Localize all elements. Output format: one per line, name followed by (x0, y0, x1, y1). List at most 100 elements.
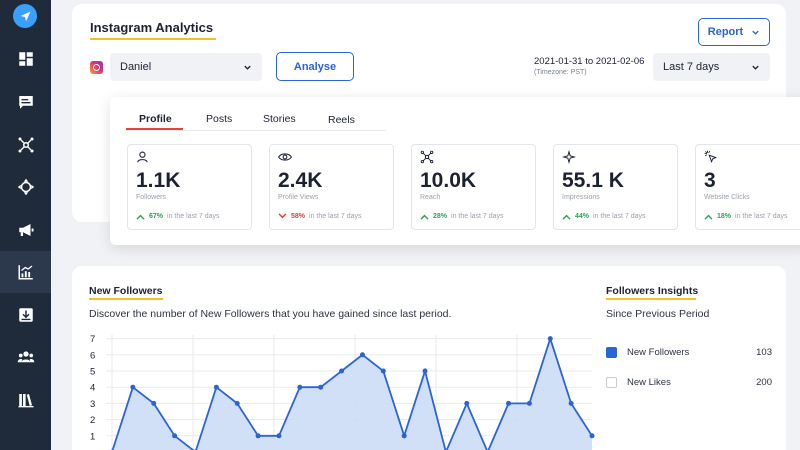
move-icon (17, 178, 34, 196)
data-point[interactable] (506, 400, 512, 406)
data-point[interactable] (213, 384, 219, 390)
data-point[interactable] (297, 384, 303, 390)
share-nodes-icon (420, 150, 434, 164)
data-point[interactable] (464, 400, 470, 406)
nav-messages[interactable] (0, 81, 51, 123)
cursor-click-icon (704, 150, 718, 164)
checkbox-unchecked[interactable] (606, 377, 617, 388)
data-point[interactable] (234, 400, 240, 406)
send-logo-icon[interactable] (13, 4, 37, 28)
active-tab-indicator (126, 128, 183, 130)
stat-change: 67% in the last 7 days (136, 213, 220, 220)
nav-analytics[interactable] (0, 251, 51, 293)
nav-dashboard[interactable] (0, 38, 51, 80)
stat-label: Reach (420, 194, 441, 201)
message-icon (18, 96, 33, 109)
data-point[interactable] (589, 433, 595, 439)
stat-change: 28% in the last 7 days (420, 213, 504, 220)
stat-change-suffix: in the last 7 days (309, 213, 362, 220)
chevron-down-icon (244, 65, 251, 70)
report-label: Report (707, 26, 744, 38)
stat-card-impressions[interactable]: 55.1 K Impressions 44% in the last 7 day… (553, 144, 678, 230)
nav-users[interactable] (0, 336, 51, 378)
data-point[interactable] (422, 368, 428, 374)
eye-icon (278, 153, 292, 161)
data-point[interactable] (380, 368, 386, 374)
date-range-text: 2021-01-31 to 2021-02-06 (534, 56, 645, 67)
data-point[interactable] (151, 400, 157, 406)
stat-card-followers[interactable]: 1.1K Followers 67% in the last 7 days (127, 144, 252, 230)
y-tick-label: 6 (90, 350, 95, 361)
data-point[interactable] (276, 433, 282, 439)
checkbox-checked[interactable] (606, 347, 617, 358)
tab-profile[interactable]: Profile (139, 113, 172, 125)
y-tick-label: 4 (90, 383, 95, 394)
data-point[interactable] (172, 433, 178, 439)
nav-library[interactable] (0, 379, 51, 421)
stat-card-website-clicks[interactable]: 3 Website Clicks 18% in the last 7 days (695, 144, 800, 230)
insight-row-new-likes[interactable]: New Likes 200 (606, 377, 772, 388)
megaphone-icon (18, 224, 33, 236)
stat-label: Followers (136, 194, 166, 201)
library-icon (18, 394, 33, 408)
stat-label: Website Clicks (704, 194, 750, 201)
data-point[interactable] (359, 352, 365, 358)
account-select[interactable]: Daniel (110, 53, 262, 81)
report-button[interactable]: Report (698, 18, 770, 46)
data-point[interactable] (130, 384, 136, 390)
stat-change: 58% in the last 7 days (278, 213, 362, 220)
timezone-text: (Timezone: PST) (534, 69, 587, 76)
data-point[interactable] (401, 433, 407, 439)
stat-change-percent: 67% (149, 213, 164, 220)
nav-campaigns[interactable] (0, 209, 51, 251)
stat-change-suffix: in the last 7 days (451, 213, 504, 220)
y-tick-label: 3 (90, 399, 95, 410)
data-point[interactable] (547, 336, 553, 342)
instagram-icon (90, 61, 103, 74)
nav-move[interactable] (0, 166, 51, 208)
tabs-divider (126, 130, 386, 131)
insight-label: New Followers (627, 347, 690, 358)
data-point[interactable] (526, 400, 532, 406)
stat-change: 44% in the last 7 days (562, 213, 646, 220)
tab-posts[interactable]: Posts (206, 113, 232, 125)
y-tick-label: 1 (90, 431, 95, 442)
new-followers-chart: 1 2 3 4 5 6 7 (90, 334, 595, 450)
title-underline (90, 38, 216, 40)
users-icon (17, 351, 34, 363)
stat-card-profile-views[interactable]: 2.4K Profile Views 58% in the last 7 day… (269, 144, 394, 230)
stat-card-reach[interactable]: 10.0K Reach 28% in the last 7 days (411, 144, 536, 230)
tab-stories[interactable]: Stories (263, 113, 296, 125)
nav-downloads[interactable] (0, 294, 51, 336)
insights-underline (606, 298, 696, 300)
tab-reels[interactable]: Reels (328, 114, 355, 126)
data-point[interactable] (318, 384, 324, 390)
insight-row-new-followers[interactable]: New Followers 103 (606, 347, 772, 358)
download-icon (18, 308, 33, 322)
data-point[interactable] (255, 433, 261, 439)
range-select[interactable]: Last 7 days (653, 53, 770, 81)
stat-change-suffix: in the last 7 days (593, 213, 646, 220)
new-followers-card: New Followers Discover the number of New… (72, 266, 786, 450)
nav-network[interactable] (0, 124, 51, 166)
y-tick-label: 2 (90, 415, 95, 426)
stat-change-percent: 28% (433, 213, 448, 220)
stat-change-percent: 18% (717, 213, 732, 220)
stat-change-percent: 58% (291, 213, 306, 220)
insight-label: New Likes (627, 377, 671, 388)
sidebar (0, 0, 51, 450)
profile-stats-card: Profile Posts Stories Reels 1.1K Followe… (110, 97, 800, 245)
series-area (112, 338, 592, 450)
stat-change-percent: 44% (575, 213, 590, 220)
data-point[interactable] (568, 400, 574, 406)
analyse-button[interactable]: Analyse (276, 52, 354, 81)
stat-label: Profile Views (278, 194, 319, 201)
stat-change-suffix: in the last 7 days (735, 213, 788, 220)
data-point[interactable] (339, 368, 345, 374)
stat-value: 10.0K (420, 169, 477, 192)
dashboard-icon (18, 52, 33, 66)
range-value: Last 7 days (663, 61, 720, 73)
network-icon (18, 137, 33, 153)
arrow-down-icon (278, 213, 287, 219)
stat-value: 1.1K (136, 169, 181, 192)
